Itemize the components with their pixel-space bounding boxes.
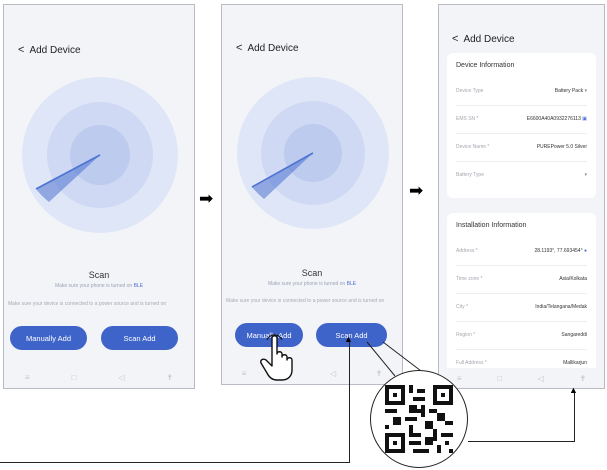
- phone-screen-scan-tap: < Add Device Scan Make sure your phone is…: [221, 4, 403, 385]
- phone-screen-scan: < Add Device Scan Make sure your phone is…: [3, 4, 195, 389]
- connector-line: [0, 462, 350, 464]
- arrow-up-icon: ▲: [344, 334, 353, 344]
- device-type-value: Battery Pack: [554, 88, 584, 94]
- chevron-down-icon: ▾: [584, 172, 587, 178]
- radar-scan-animation: [237, 77, 389, 229]
- field-label: EMS SN *: [456, 116, 479, 122]
- qr-code-callout: [370, 370, 468, 468]
- form-row-ems-sn[interactable]: EMS SN * E6600A40A0932276113 ▣: [456, 105, 587, 134]
- scan-hint-text: Make sure your phone is turned on: [267, 281, 347, 287]
- menu-icon[interactable]: ≡: [242, 369, 247, 378]
- city-value: India/Telangana/Medak: [535, 304, 587, 310]
- form-row-device-type[interactable]: Device Type Battery Pack ▾: [456, 77, 587, 106]
- power-note: Make sure your device is connected to a …: [8, 301, 167, 307]
- location-pin-icon[interactable]: ●: [584, 248, 587, 254]
- scan-title: Scan: [88, 270, 110, 280]
- form-row-time-zone[interactable]: Time zone * Asia/Kolkata: [456, 265, 587, 294]
- system-nav-bar: ≡ □ ◁ ✝: [4, 366, 194, 388]
- field-label: Device Name *: [456, 144, 490, 150]
- chevron-left-icon: <: [236, 42, 243, 54]
- qr-code-icon: [385, 385, 453, 453]
- arrow-up-icon: ▲: [569, 385, 578, 395]
- home-icon[interactable]: □: [497, 374, 502, 383]
- device-name-value: PUREPower 5.0 Silver: [536, 144, 587, 150]
- connector-line: [349, 342, 351, 463]
- back-icon[interactable]: ◁: [330, 369, 336, 378]
- chevron-left-icon: <: [452, 33, 459, 45]
- back-label: Add Device: [463, 34, 515, 45]
- chevron-down-icon: ▾: [584, 88, 587, 94]
- field-label: Battery Type: [456, 172, 484, 178]
- ems-sn-value: E6600A40A0932276113: [526, 116, 581, 122]
- qr-scan-icon[interactable]: ▣: [582, 116, 587, 122]
- region-value: Sangareddi: [561, 332, 587, 338]
- scan-title: Scan: [301, 268, 323, 278]
- scan-hint-ble: BLE: [133, 283, 144, 289]
- field-label: Full Address *: [456, 360, 487, 366]
- back-icon[interactable]: ◁: [538, 374, 544, 383]
- chevron-left-icon: <: [18, 44, 25, 56]
- section-title: Device Information: [456, 62, 515, 69]
- arrow-right-icon: ➡: [199, 189, 214, 208]
- home-icon[interactable]: □: [72, 373, 77, 382]
- time-zone-value: Asia/Kolkata: [559, 276, 587, 282]
- full-address-value: Mallikarjun: [563, 360, 587, 366]
- field-label: Time zone *: [456, 276, 483, 282]
- scan-hint-text: Make sure your phone is turned on: [54, 283, 134, 289]
- scan-add-button[interactable]: Scan Add: [101, 326, 178, 350]
- hand-pointer-icon: [260, 334, 293, 381]
- address-value: 28.1193°, 77.693454°: [534, 248, 583, 254]
- section-title: Installation Information: [456, 222, 527, 229]
- form-row-city[interactable]: City * India/Telangana/Medak: [456, 293, 587, 322]
- connector-line: [468, 441, 575, 443]
- scan-hint: Make sure your phone is turned on BLE: [222, 281, 402, 287]
- field-value: 28.1193°, 77.693454° ●: [534, 248, 587, 254]
- form-row-address[interactable]: Address * 28.1193°, 77.693454° ●: [456, 237, 587, 266]
- radar-scan-animation: [22, 77, 178, 233]
- field-value: Battery Pack ▾: [555, 88, 587, 94]
- accessibility-icon[interactable]: ✝: [166, 373, 173, 382]
- back-nav[interactable]: < Add Device: [18, 44, 81, 56]
- phone-screen-add-device-form: < Add Device Device Information Device Ty…: [438, 4, 605, 389]
- menu-icon[interactable]: ≡: [457, 374, 462, 383]
- system-nav-bar: ≡ □ ◁ ✝: [439, 368, 604, 388]
- back-nav[interactable]: < Add Device: [236, 42, 299, 54]
- back-nav[interactable]: < Add Device: [452, 33, 515, 45]
- field-label: Address *: [456, 248, 478, 254]
- power-note: Make sure your device is connected to a …: [226, 298, 385, 304]
- device-information-card: Device Information Device Type Battery P…: [447, 53, 596, 198]
- form-row-device-name[interactable]: Device Name * PUREPower 5.0 Silver: [456, 133, 587, 162]
- back-icon[interactable]: ◁: [118, 373, 124, 382]
- scan-hint: Make sure your phone is turned on BLE: [4, 283, 194, 289]
- scan-hint-ble: BLE: [346, 281, 357, 287]
- field-label: Region *: [456, 332, 476, 338]
- arrow-right-icon: ➡: [409, 181, 424, 200]
- installation-information-card: Installation Information Address * 28.11…: [447, 213, 596, 388]
- connector-line: [574, 393, 576, 442]
- form-row-region[interactable]: Region * Sangareddi: [456, 321, 587, 350]
- form-row-battery-type[interactable]: Battery Type ▾: [456, 161, 587, 189]
- field-label: City *: [456, 304, 468, 310]
- manual-add-button[interactable]: Manually Add: [10, 326, 87, 350]
- field-value: E6600A40A0932276113 ▣: [527, 116, 587, 122]
- back-label: Add Device: [247, 43, 299, 54]
- menu-icon[interactable]: ≡: [25, 373, 30, 382]
- back-label: Add Device: [29, 45, 81, 56]
- field-label: Device Type: [456, 88, 484, 94]
- accessibility-icon[interactable]: ✝: [579, 374, 586, 383]
